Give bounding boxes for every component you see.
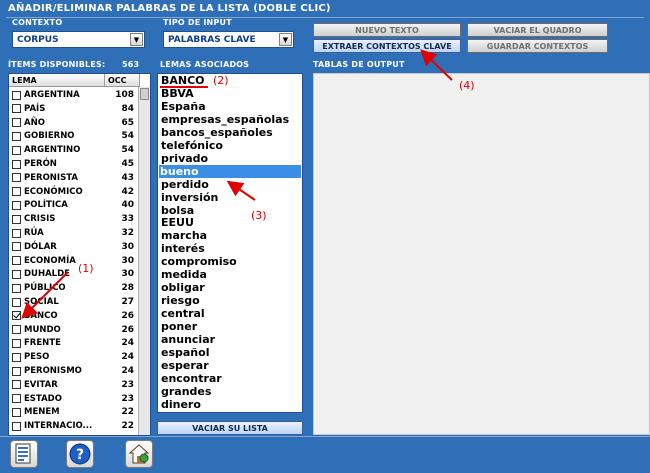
annotation-arrows [21, 49, 453, 319]
arrow-4 [420, 49, 453, 81]
arrow-3 [226, 180, 256, 201]
arrow-1 [21, 271, 69, 319]
